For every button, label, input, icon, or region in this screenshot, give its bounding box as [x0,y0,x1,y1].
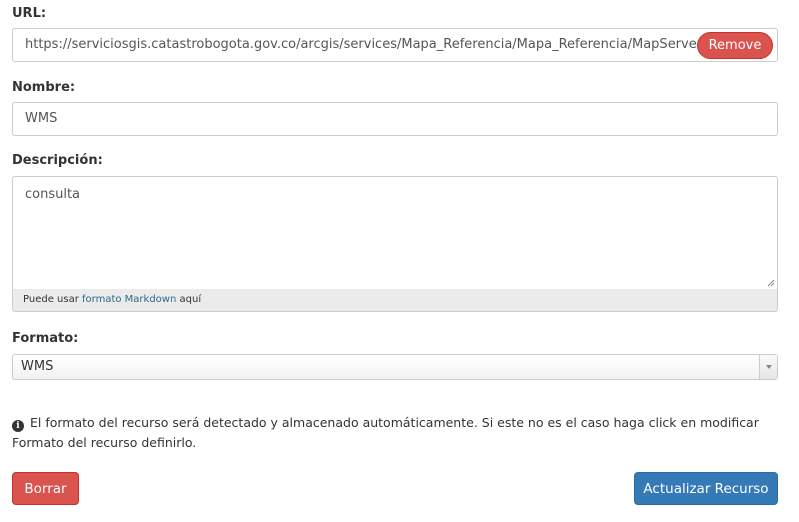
markdown-format-link[interactable]: formato Markdown [82,294,176,305]
url-label: URL: [12,6,47,21]
formato-selected-value: WMS [21,359,54,374]
url-value: https://serviciosgis.catastrobogota.gov.… [25,37,701,52]
markdown-hint-prefix: Puede usar [23,294,79,305]
descripcion-value: consulta [25,187,81,202]
chevron-down-icon [765,365,772,369]
markdown-hint: Puede usar formato Markdown aquí [12,289,778,312]
update-resource-button[interactable]: Actualizar Recurso [634,472,778,505]
select-arrow[interactable] [759,355,777,379]
format-info-message: i El formato del recurso será detectado … [12,413,782,453]
descripcion-textarea[interactable]: consulta [12,176,778,290]
format-info-text: El formato del recurso será detectado y … [12,415,759,450]
descripcion-label: Descripción: [12,153,103,168]
nombre-label: Nombre: [12,80,76,95]
markdown-hint-suffix: aquí [179,294,202,305]
delete-button[interactable]: Borrar [12,472,79,505]
nombre-input[interactable]: WMS [12,102,778,136]
url-input[interactable]: https://serviciosgis.catastrobogota.gov.… [12,28,778,62]
remove-url-button[interactable]: Remove [697,32,773,59]
formato-label: Formato: [12,331,79,346]
resize-handle-icon[interactable] [767,279,775,287]
info-circle-icon: i [12,420,24,432]
nombre-value: WMS [25,111,58,126]
formato-select[interactable]: WMS [12,354,778,380]
